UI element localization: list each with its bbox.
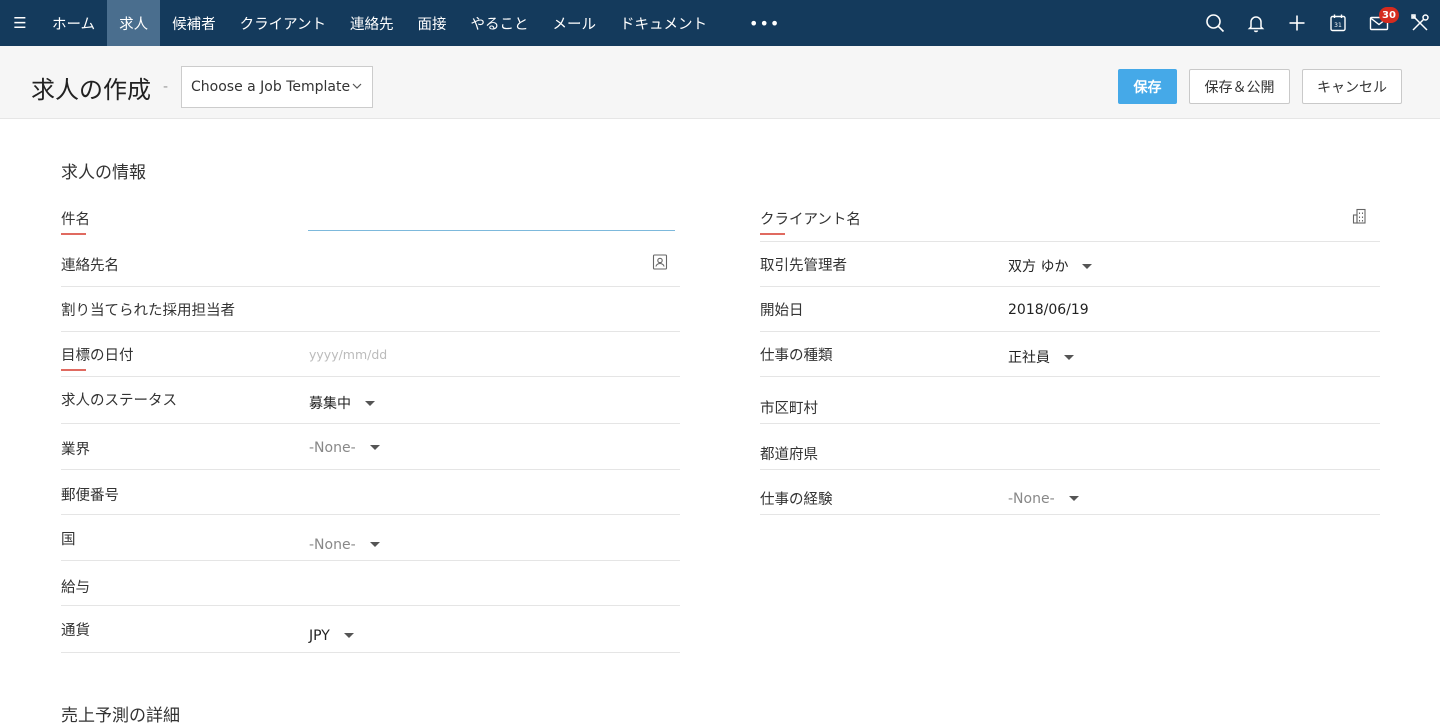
cancel-button[interactable]: キャンセル	[1302, 69, 1402, 104]
nav-item-candidates[interactable]: 候補者	[160, 0, 228, 46]
field-label: 給与	[61, 580, 90, 596]
field-industry: 業界 -None-	[61, 424, 680, 470]
field-label: 通貨	[61, 623, 90, 639]
field-job-title: 件名	[61, 196, 680, 242]
main-nav: ホーム 求人 候補者 クライアント 連絡先 面接 やること メール ドキュメント…	[40, 0, 798, 46]
industry-select[interactable]: -None-	[309, 440, 380, 456]
chevron-down-icon	[352, 83, 362, 89]
section-title-job-info: 求人の情報	[61, 163, 146, 183]
field-currency: 通貨 JPY	[61, 606, 680, 653]
field-label: 目標の日付	[61, 344, 134, 371]
mail-count-badge: 30	[1379, 7, 1399, 23]
caret-down-icon	[365, 400, 375, 406]
nav-item-documents[interactable]: ドキュメント	[608, 0, 719, 46]
section-title-forecast: 売上予測の詳細	[61, 706, 180, 726]
contact-card-icon[interactable]	[651, 253, 669, 271]
start-date-input[interactable]: 2018/06/19	[1008, 302, 1089, 318]
field-account-manager: 取引先管理者 双方 ゆか	[760, 242, 1380, 287]
field-label: 業界	[61, 442, 90, 458]
account-manager-select[interactable]: 双方 ゆか	[1008, 256, 1093, 276]
save-button[interactable]: 保存	[1118, 69, 1177, 104]
field-label: 仕事の種類	[760, 348, 833, 364]
caret-down-icon	[1064, 354, 1074, 360]
field-label: 求人のステータス	[61, 393, 177, 409]
job-status-select[interactable]: 募集中	[309, 393, 375, 413]
top-navigation-bar: ☰ ホーム 求人 候補者 クライアント 連絡先 面接 やること メール ドキュメ…	[0, 0, 1440, 46]
field-job-type: 仕事の種類 正社員	[760, 332, 1380, 377]
nav-item-jobs[interactable]: 求人	[107, 0, 161, 46]
nav-item-interviews[interactable]: 面接	[406, 0, 459, 46]
field-label: 連絡先名	[61, 258, 119, 274]
caret-down-icon	[369, 541, 380, 547]
work-experience-select[interactable]: -None-	[1008, 491, 1079, 507]
field-contact-name: 連絡先名	[61, 242, 680, 287]
settings-tools-icon[interactable]	[1399, 0, 1440, 46]
top-icon-group: 31 30	[1194, 0, 1440, 46]
field-country: 国 -None-	[61, 515, 680, 561]
field-salary[interactable]: 給与	[61, 561, 680, 606]
job-template-select[interactable]: Choose a Job Template	[181, 66, 373, 108]
nav-item-contacts[interactable]: 連絡先	[338, 0, 406, 46]
field-label: 都道府県	[760, 447, 818, 463]
save-and-publish-button[interactable]: 保存＆公開	[1189, 69, 1290, 104]
title-separator: -	[163, 79, 169, 95]
page-title: 求人の作成	[31, 76, 151, 104]
nav-item-mail[interactable]: メール	[541, 0, 609, 46]
bell-icon[interactable]	[1235, 0, 1276, 46]
svg-text:31: 31	[1334, 22, 1342, 29]
field-client-name: クライアント名	[760, 196, 1380, 242]
calendar-icon[interactable]: 31	[1317, 0, 1358, 46]
mail-icon[interactable]: 30	[1358, 0, 1399, 46]
field-postal-code[interactable]: 郵便番号	[61, 470, 680, 515]
field-city[interactable]: 市区町村	[760, 377, 1380, 424]
nav-item-tasks[interactable]: やること	[459, 0, 541, 46]
country-select[interactable]: -None-	[309, 537, 380, 553]
field-work-experience: 仕事の経験 -None-	[760, 470, 1380, 515]
field-label: 仕事の経験	[760, 492, 833, 508]
caret-down-icon	[343, 632, 354, 638]
field-label: 郵便番号	[61, 488, 119, 504]
nav-item-home[interactable]: ホーム	[40, 0, 107, 46]
page-header: 求人の作成 - Choose a Job Template 保存 保存＆公開 キ…	[0, 46, 1440, 119]
field-label: 取引先管理者	[760, 258, 847, 274]
caret-down-icon	[1068, 495, 1079, 501]
job-type-select[interactable]: 正社員	[1008, 347, 1074, 367]
field-prefecture[interactable]: 都道府県	[760, 424, 1380, 470]
building-icon[interactable]	[1351, 207, 1369, 225]
field-assigned-recruiter[interactable]: 割り当てられた採用担当者	[61, 287, 680, 332]
currency-select[interactable]: JPY	[309, 628, 354, 644]
field-job-status: 求人のステータス 募集中	[61, 377, 680, 424]
target-date-input[interactable]: yyyy/mm/dd	[309, 347, 387, 362]
field-label: 市区町村	[760, 401, 818, 417]
menu-icon[interactable]: ☰	[0, 0, 40, 46]
field-label: クライアント名	[760, 208, 861, 235]
field-label: 開始日	[760, 303, 804, 319]
field-label: 国	[61, 532, 76, 548]
job-template-select-value: Choose a Job Template	[191, 79, 351, 95]
field-start-date: 開始日 2018/06/19	[760, 287, 1380, 332]
field-label: 割り当てられた採用担当者	[61, 303, 235, 319]
caret-down-icon	[1082, 263, 1093, 269]
nav-item-clients[interactable]: クライアント	[228, 0, 338, 46]
caret-down-icon	[369, 444, 380, 450]
search-icon[interactable]	[1194, 0, 1235, 46]
field-label: 件名	[61, 208, 90, 235]
more-icon[interactable]: •••	[719, 0, 798, 46]
add-icon[interactable]	[1276, 0, 1317, 46]
field-target-date: 目標の日付 yyyy/mm/dd	[61, 332, 680, 377]
job-title-input[interactable]	[308, 230, 675, 231]
